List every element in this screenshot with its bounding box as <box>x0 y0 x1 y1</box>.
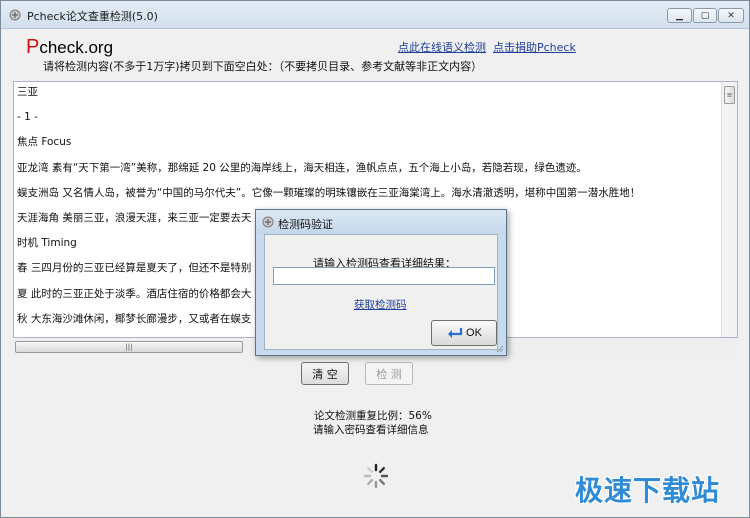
verification-code-input[interactable] <box>273 267 495 285</box>
watermark-text: 极速下载站 <box>575 474 721 507</box>
window-title: Pcheck论文查重检测(5.0) <box>27 10 158 23</box>
vertical-scrollbar[interactable]: ≡ <box>721 82 737 337</box>
logo-p: P <box>26 36 40 58</box>
clear-button[interactable]: 清 空 <box>301 362 349 385</box>
title-bar: Pcheck论文查重检测(5.0) ▁ ▢ ✕ <box>1 1 749 29</box>
app-icon <box>9 9 21 21</box>
content-line: 焦点 Focus <box>17 136 72 149</box>
vertical-scroll-thumb[interactable]: ≡ <box>724 86 735 104</box>
content-line: - 1 - <box>17 111 38 124</box>
minimize-button[interactable]: ▁ <box>667 8 692 23</box>
dialog-title: 检测码验证 <box>278 218 333 231</box>
close-button[interactable]: ✕ <box>718 8 744 23</box>
content-line: 三亚 <box>17 86 38 98</box>
maximize-button[interactable]: ▢ <box>693 8 717 23</box>
content-line: 蜈支洲岛 又名情人岛，被誉为“中国的马尔代夫”。它像一颗璀璨的明珠镶嵌在三亚海棠… <box>17 186 641 199</box>
content-line: 亚龙湾 素有“天下第一湾”美称，那绵延 20 公里的海岸线上，海天相连，渔帆点点… <box>17 161 587 174</box>
instruction-text: 请将检测内容(不多于1万字)拷贝到下面空白处：（不要拷贝目录、参考文献等非正文内… <box>43 60 483 73</box>
ok-label: OK <box>466 327 482 339</box>
pcheck-logo: Pcheck.org <box>26 36 113 59</box>
main-window: Pcheck论文查重检测(5.0) ▁ ▢ ✕ Pcheck.org 点此在线语… <box>0 0 750 518</box>
get-code-link[interactable]: 获取检测码 <box>354 297 407 312</box>
dialog-app-icon <box>262 216 274 228</box>
check-button[interactable]: 检 测 <box>365 362 413 385</box>
semantic-check-link[interactable]: 点此在线语义检测 <box>398 39 486 55</box>
password-hint-text: 请输入密码查看详细信息 <box>313 424 429 436</box>
resize-grip-icon[interactable] <box>494 343 504 353</box>
horizontal-scroll-thumb[interactable]: ||| <box>15 341 243 353</box>
dialog-title-bar[interactable]: 检测码验证 <box>256 210 506 234</box>
donate-link[interactable]: 点击捐助Pcheck <box>493 39 576 55</box>
logo-rest: check.org <box>39 38 114 57</box>
loading-spinner-icon <box>363 463 389 489</box>
dialog-body: 请输入检测码查看详细结果： 获取检测码 OK <box>264 234 498 350</box>
duplicate-ratio-text: 论文检测重复比例：56% <box>314 410 432 422</box>
ok-button[interactable]: OK <box>431 320 497 346</box>
verification-dialog: 检测码验证 请输入检测码查看详细结果： 获取检测码 OK <box>255 209 507 356</box>
enter-arrow-icon <box>448 328 463 338</box>
